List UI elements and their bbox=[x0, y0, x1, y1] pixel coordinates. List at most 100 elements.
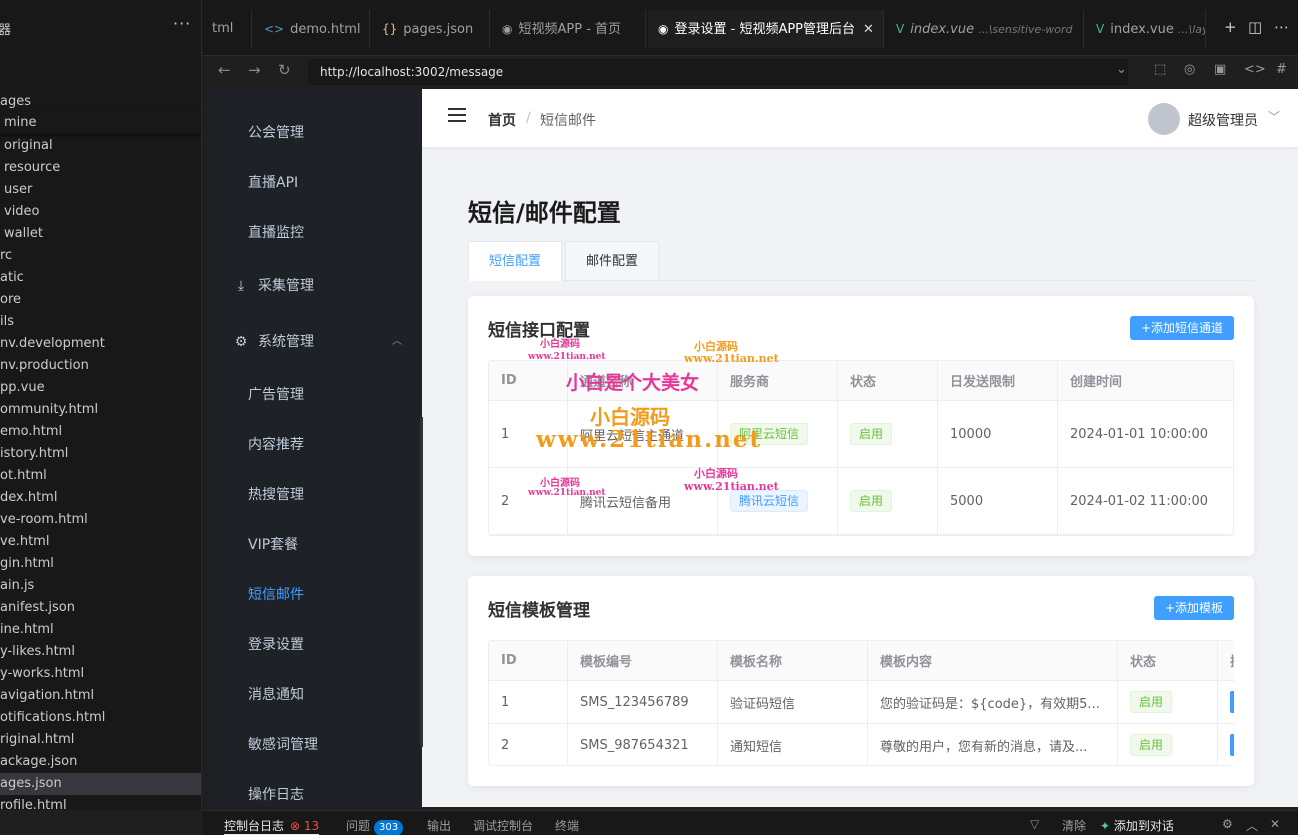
panel-tab-console[interactable]: 控制台日志 ⊗ 13 bbox=[224, 817, 320, 835]
back-icon[interactable]: ← bbox=[218, 61, 231, 79]
explorer-item[interactable]: istory.html bbox=[0, 443, 201, 465]
explorer-item[interactable]: video bbox=[0, 201, 201, 223]
tab-email[interactable]: 邮件配置 bbox=[565, 241, 660, 281]
panel-tab-output[interactable]: 输出 bbox=[427, 817, 451, 834]
more-icon[interactable]: ⋯ bbox=[1274, 18, 1289, 36]
tab-sms[interactable]: 短信配置 bbox=[468, 241, 563, 281]
explorer-item[interactable]: anifest.json bbox=[0, 597, 201, 619]
menu-item[interactable]: 热搜管理 bbox=[208, 470, 422, 520]
settings-icon[interactable]: ⚙ bbox=[1222, 817, 1233, 831]
menu-item[interactable]: 公会管理 bbox=[208, 108, 422, 158]
tab-label: 登录设置 - 短视频APP管理后台 bbox=[674, 22, 856, 37]
forward-icon[interactable]: → bbox=[248, 61, 261, 79]
compass-icon[interactable]: ◎ bbox=[1184, 62, 1195, 77]
menu-item[interactable]: 直播API bbox=[208, 158, 422, 208]
panel-tab-debug-console[interactable]: 调试控制台 bbox=[473, 817, 533, 834]
sticky-folder-mine[interactable]: mine bbox=[0, 112, 201, 134]
browser-tab[interactable]: Vindex.vue ...\sensitive-word bbox=[886, 10, 1084, 48]
close-icon[interactable]: ✕ bbox=[1270, 817, 1280, 831]
add-channel-button[interactable]: +添加短信通道 bbox=[1129, 316, 1234, 340]
explorer-item[interactable]: ve.html bbox=[0, 531, 201, 553]
avatar[interactable] bbox=[1148, 103, 1180, 135]
browser-tab[interactable]: Vindex.vue ...\layo bbox=[1086, 10, 1206, 48]
inspect-icon[interactable]: ⬚ bbox=[1154, 62, 1166, 77]
explorer-item[interactable]: rc bbox=[0, 245, 201, 267]
explorer-item[interactable]: ackage.json bbox=[0, 751, 201, 773]
more-actions-icon[interactable]: ··· bbox=[173, 14, 191, 33]
explorer-item[interactable]: nv.development bbox=[0, 333, 201, 355]
browser-tab[interactable]: {} pages.json bbox=[372, 10, 490, 48]
explorer-item[interactable]: original bbox=[0, 135, 201, 157]
explorer-item[interactable]: ages bbox=[0, 91, 201, 113]
chevron-down-icon[interactable]: ﹀ bbox=[1268, 108, 1280, 125]
menu-item[interactable]: ⚙ 系统管理 ︿ bbox=[208, 317, 422, 367]
explorer-item[interactable]: ommunity.html bbox=[0, 399, 201, 421]
explorer-item[interactable]: otifications.html bbox=[0, 707, 201, 729]
browser-tab[interactable]: ◉ 短视频APP - 首页 bbox=[492, 10, 646, 48]
close-tab-icon[interactable]: ✕ bbox=[863, 22, 874, 37]
edit-button[interactable] bbox=[1230, 691, 1234, 713]
menu-item[interactable]: 操作日志 bbox=[208, 770, 422, 807]
explorer-item[interactable]: avigation.html bbox=[0, 685, 201, 707]
explorer-item[interactable]: y-likes.html bbox=[0, 641, 201, 663]
browser-tab[interactable]: tml bbox=[202, 10, 252, 48]
reload-icon[interactable]: ↻ bbox=[278, 61, 291, 79]
screenshot-icon[interactable]: ▣ bbox=[1214, 62, 1226, 77]
explorer-item[interactable]: ine.html bbox=[0, 619, 201, 641]
menu-item[interactable]: ⤓ 采集管理 bbox=[208, 261, 422, 311]
explorer-item[interactable]: user bbox=[0, 179, 201, 201]
column-header: 日发送限制 bbox=[938, 361, 1058, 400]
url-input[interactable] bbox=[308, 59, 1128, 85]
explorer-item[interactable]: ages.json bbox=[0, 773, 201, 795]
add-template-button[interactable]: +添加模板 bbox=[1153, 596, 1234, 620]
add-to-chat-button[interactable]: ✦ 添加到对话 bbox=[1100, 817, 1174, 834]
menu-item[interactable]: 消息通知 bbox=[208, 670, 422, 720]
status-badge: 启用 bbox=[1130, 734, 1173, 756]
explorer-item[interactable]: rofile.html bbox=[0, 795, 201, 810]
clear-button[interactable]: 清除 bbox=[1062, 817, 1086, 834]
explorer-item[interactable]: ain.js bbox=[0, 575, 201, 597]
explorer-item[interactable]: ve-room.html bbox=[0, 509, 201, 531]
explorer-item[interactable]: wallet bbox=[0, 223, 201, 245]
menu-item[interactable]: VIP套餐 bbox=[208, 520, 422, 570]
watermark-small-url: www.21tian.net bbox=[528, 488, 606, 498]
chevron-up-icon[interactable]: ︿ bbox=[1246, 817, 1258, 834]
hash-icon[interactable]: # bbox=[1276, 62, 1287, 77]
vue-file-icon: V bbox=[1096, 22, 1105, 36]
menu-item[interactable]: 敏感词管理 bbox=[208, 720, 422, 770]
table-row[interactable]: 1 SMS_123456789 验证码短信 您的验证码是：${code}，有效期5..… bbox=[489, 681, 1234, 724]
menu-item[interactable]: 广告管理 bbox=[208, 370, 422, 420]
explorer-item[interactable]: ore bbox=[0, 289, 201, 311]
menu-item[interactable]: 登录设置 bbox=[208, 620, 422, 670]
menu-item-label: 公会管理 bbox=[248, 125, 304, 141]
explorer-item[interactable]: y-works.html bbox=[0, 663, 201, 685]
menu-item[interactable]: 短信邮件 bbox=[208, 570, 422, 620]
hamburger-icon[interactable] bbox=[448, 108, 466, 124]
explorer-item[interactable]: nv.production bbox=[0, 355, 201, 377]
table-row[interactable]: 2 腾讯云短信备用 腾讯云短信 启用 5000 2024-01-02 11:00:00 bbox=[489, 468, 1233, 535]
explorer-item[interactable]: dex.html bbox=[0, 487, 201, 509]
breadcrumb-home[interactable]: 首页 bbox=[488, 110, 516, 130]
menu-item[interactable]: 直播监控 bbox=[208, 208, 422, 258]
url-dropdown-icon[interactable]: ⌄ bbox=[1116, 62, 1127, 77]
browser-tab[interactable]: ◉ 登录设置 - 短视频APP管理后台 ✕ bbox=[648, 10, 884, 48]
panel-tab-terminal[interactable]: 终端 bbox=[555, 817, 579, 834]
explorer-item[interactable]: ils bbox=[0, 311, 201, 333]
new-tab-icon[interactable]: + bbox=[1224, 18, 1237, 36]
filter-icon[interactable]: ▽ bbox=[1030, 817, 1039, 831]
explorer-item[interactable]: riginal.html bbox=[0, 729, 201, 751]
explorer-item[interactable]: atic bbox=[0, 267, 201, 289]
explorer-item[interactable]: pp.vue bbox=[0, 377, 201, 399]
menu-item[interactable]: 内容推荐 bbox=[208, 420, 422, 470]
split-view-icon[interactable]: ◫ bbox=[1248, 18, 1262, 36]
explorer-item[interactable]: ot.html bbox=[0, 465, 201, 487]
panel-tab-problems[interactable]: 问题 303 bbox=[346, 817, 404, 835]
explorer-item[interactable]: resource bbox=[0, 157, 201, 179]
code-icon[interactable]: <> bbox=[1244, 62, 1266, 77]
explorer-item[interactable]: emo.html bbox=[0, 421, 201, 443]
browser-tab[interactable]: <> demo.html bbox=[254, 10, 370, 48]
user-name[interactable]: 超级管理员 bbox=[1188, 110, 1258, 130]
table-row[interactable]: 2 SMS_987654321 通知短信 尊敬的用户，您有新的消息，请及... 启用 bbox=[489, 724, 1234, 765]
explorer-item[interactable]: gin.html bbox=[0, 553, 201, 575]
edit-button[interactable] bbox=[1230, 734, 1234, 756]
